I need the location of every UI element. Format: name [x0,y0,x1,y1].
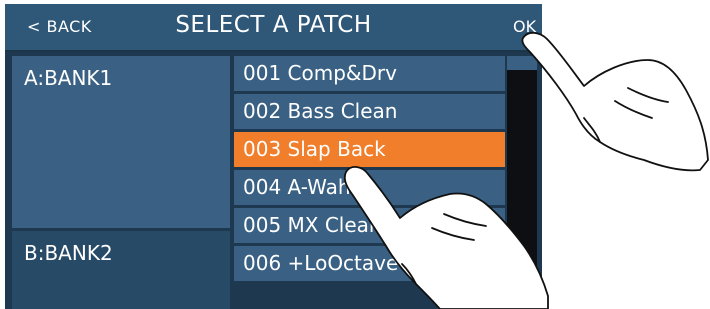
bank-item-b[interactable]: B:BANK2 [12,231,230,309]
scrollbar-track[interactable] [507,56,537,309]
patch-label: 006 +LoOctave [243,251,399,275]
patch-select-screen: < BACK SELECT A PATCH OK A:BANK1 B:BANK2… [0,0,543,309]
content-area: A:BANK1 B:BANK2 001 Comp&Drv 002 Bass Cl… [5,52,542,309]
scrollbar-thumb[interactable] [507,56,537,70]
ok-button[interactable]: OK [513,17,536,36]
patch-item-003-selected[interactable]: 003 Slap Back [234,132,505,167]
patch-item-005[interactable]: 005 MX Clean [234,208,505,243]
bank-item-a[interactable]: A:BANK1 [12,56,230,228]
patch-label: 005 MX Clean [243,213,382,237]
tapping-hand-icon [521,31,709,172]
patch-item-002[interactable]: 002 Bass Clean [234,94,505,129]
bank-label: B:BANK2 [24,241,113,265]
patch-item-006[interactable]: 006 +LoOctave [234,246,505,281]
patch-item-001[interactable]: 001 Comp&Drv [234,56,505,91]
patch-label: 002 Bass Clean [243,99,398,123]
patch-label: 003 Slap Back [243,137,386,161]
patch-item-004[interactable]: 004 A-Wah [234,170,505,205]
header-bar: < BACK SELECT A PATCH OK [5,4,542,52]
patch-label: 001 Comp&Drv [243,61,397,85]
patch-label: 004 A-Wah [243,175,351,199]
page-title: SELECT A PATCH [175,12,372,38]
bank-label: A:BANK1 [24,66,113,90]
patch-list: 001 Comp&Drv 002 Bass Clean 003 Slap Bac… [234,56,505,284]
